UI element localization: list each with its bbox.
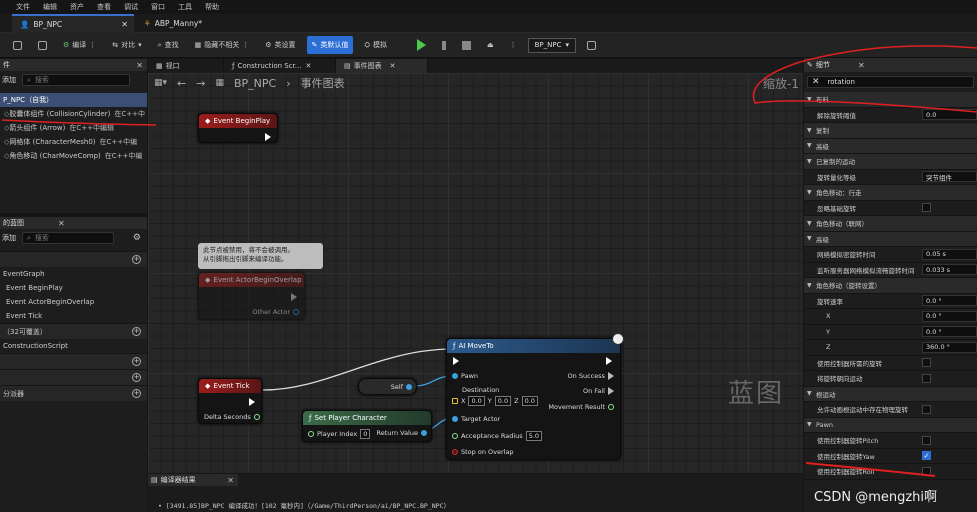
annotation-underline-yaw xyxy=(805,462,936,477)
annotation-underline-component xyxy=(1,119,157,126)
csdn-watermark: CSDN @mengzhi啊 xyxy=(814,490,938,505)
annotation-circle-search xyxy=(752,45,977,113)
annotation-layer xyxy=(1,45,977,477)
